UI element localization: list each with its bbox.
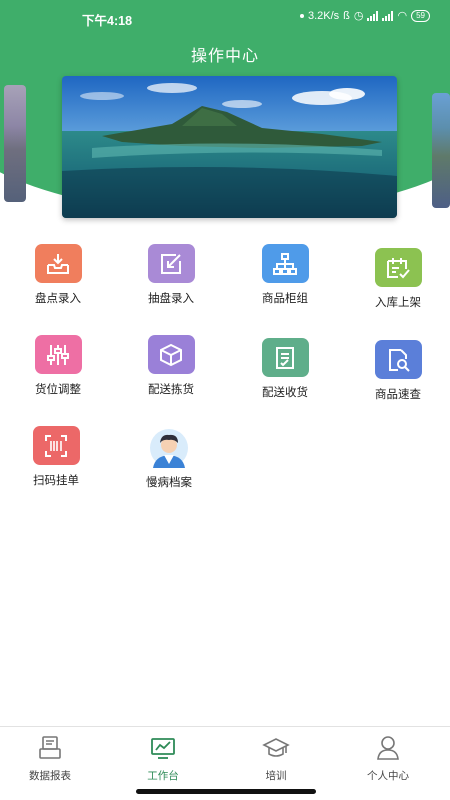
battery-indicator: 59 <box>411 9 430 22</box>
app-delivery-picking[interactable]: 配送拣货 <box>126 335 216 397</box>
app-label: 货位调整 <box>35 384 81 396</box>
tab-data-report[interactable]: 数据报表 <box>5 735 95 783</box>
app-sampling-entry[interactable]: 抽盘录入 <box>126 244 216 306</box>
tab-label: 培训 <box>265 770 287 782</box>
app-label: 抽盘录入 <box>148 293 194 305</box>
checklist-icon <box>261 338 309 377</box>
network-speed: 3.2K/s <box>307 9 340 22</box>
tab-workbench[interactable]: 工作台 <box>118 735 208 783</box>
signal-icon <box>367 10 379 21</box>
app-product-lookup[interactable]: 商品速查 <box>353 340 443 402</box>
status-indicators: 3.2K/s ß ◷ ◠ 59 <box>299 9 430 22</box>
inbox-download-icon <box>34 244 82 283</box>
bluetooth-icon: ß <box>343 9 350 22</box>
graduation-cap-icon <box>231 735 321 761</box>
org-tree-icon <box>261 244 309 283</box>
tab-personal-center[interactable]: 个人中心 <box>343 735 433 783</box>
wifi-icon: ◠ <box>397 10 408 22</box>
app-stock-in-shelf[interactable]: 入库上架 <box>353 248 443 310</box>
barcode-scan-icon <box>32 426 80 465</box>
app-location-adjust[interactable]: 货位调整 <box>13 335 103 397</box>
tab-label: 工作台 <box>147 770 179 782</box>
app-chronic-records[interactable]: 慢病档案 <box>124 428 214 490</box>
user-icon <box>343 735 433 761</box>
app-label: 商品柜组 <box>262 293 308 305</box>
app-label: 配送收货 <box>262 387 308 399</box>
dot-icon <box>299 13 304 18</box>
doc-search-icon <box>374 340 422 379</box>
alarm-icon: ◷ <box>353 10 364 22</box>
app-label: 配送拣货 <box>148 384 194 396</box>
app-delivery-receive[interactable]: 配送收货 <box>240 338 330 400</box>
signal-icon-2 <box>382 10 394 21</box>
report-icon <box>5 735 95 761</box>
tab-training[interactable]: 培训 <box>231 735 321 783</box>
doctor-avatar-icon <box>146 428 193 468</box>
app-label: 扫码挂单 <box>33 475 79 487</box>
carousel-prev-card[interactable] <box>4 85 26 202</box>
tab-label: 个人中心 <box>367 770 409 782</box>
app-scan-order[interactable]: 扫码挂单 <box>11 426 101 488</box>
page-title: 操作中心 <box>190 48 259 65</box>
home-indicator[interactable] <box>136 789 316 794</box>
carousel-next-card[interactable] <box>432 93 450 208</box>
tab-label: 数据报表 <box>29 770 71 782</box>
calendar-check-icon <box>374 248 422 287</box>
app-label: 商品速查 <box>375 389 421 401</box>
app-inventory-entry[interactable]: 盘点录入 <box>13 244 103 306</box>
app-product-cabinet[interactable]: 商品柜组 <box>240 244 330 306</box>
status-time: 下午4:18 <box>82 14 133 28</box>
sliders-icon <box>34 335 82 374</box>
app-label: 盘点录入 <box>35 293 81 305</box>
status-bar: 下午4:18 3.2K/s ß ◷ ◠ 59 <box>0 6 450 28</box>
edit-square-icon <box>147 244 195 283</box>
app-label: 入库上架 <box>375 297 421 309</box>
workbench-chart-icon <box>118 735 208 761</box>
banner-image[interactable] <box>62 76 397 218</box>
box-icon <box>147 335 195 374</box>
app-label: 慢病档案 <box>146 477 192 489</box>
